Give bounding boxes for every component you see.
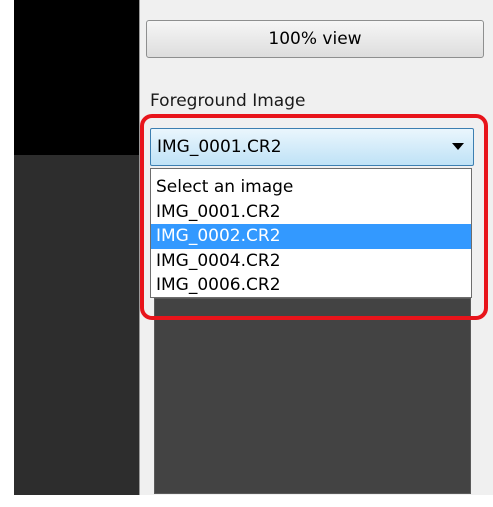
dropdown-option[interactable]: Select an image <box>151 175 471 200</box>
foreground-image-dropdown-list: Select an image IMG_0001.CR2 IMG_0002.CR… <box>150 168 472 298</box>
foreground-image-selected-value: IMG_0001.CR2 <box>157 137 282 157</box>
dropdown-option[interactable]: IMG_0001.CR2 <box>151 200 471 225</box>
dropdown-option-highlighted[interactable]: IMG_0002.CR2 <box>151 224 471 249</box>
image-viewer-top <box>14 0 139 155</box>
dropdown-option[interactable]: IMG_0006.CR2 <box>151 273 471 298</box>
100-percent-view-button[interactable]: 100% view <box>146 20 484 58</box>
dropdown-option[interactable]: IMG_0004.CR2 <box>151 249 471 274</box>
dropdown-arrow-icon[interactable] <box>452 143 464 150</box>
foreground-image-label: Foreground Image <box>150 91 306 111</box>
image-viewer <box>14 155 139 495</box>
foreground-image-select[interactable]: IMG_0001.CR2 <box>150 128 474 166</box>
foreground-image-preview <box>154 298 471 494</box>
